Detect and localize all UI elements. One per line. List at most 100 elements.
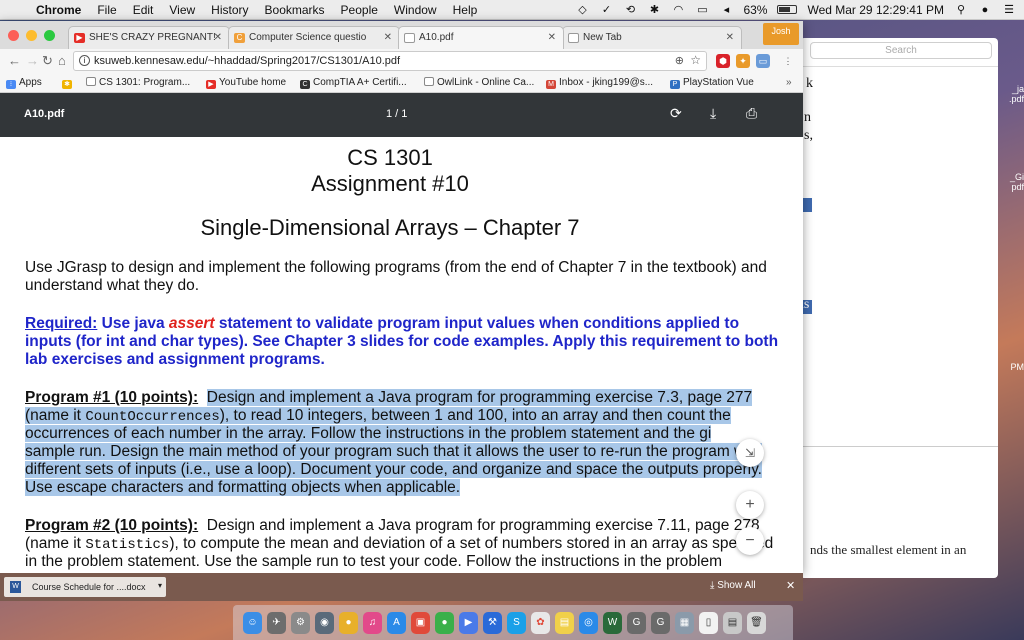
zoom-window-button[interactable] (44, 30, 55, 41)
document-icon (568, 33, 579, 43)
desktop-file-icon[interactable]: PM (998, 362, 1024, 372)
pdf-page-counter[interactable]: 1 / 1 (386, 108, 407, 120)
bookmark-apps[interactable]: ⁝ Apps (6, 77, 42, 89)
tab-new-tab[interactable]: New Tab ✕ (562, 26, 742, 49)
camera-icon[interactable]: ◉ (315, 611, 334, 634)
fit-page-icon[interactable]: ⇲ (736, 439, 764, 467)
youtube-icon: ▶ (74, 33, 85, 43)
jgrasp-g2-icon[interactable]: G (651, 611, 670, 634)
address-bar[interactable]: i ksuweb.kennesaw.edu/~hhaddad/Spring201… (73, 51, 707, 71)
messages-icon[interactable]: ● (435, 611, 454, 634)
zoom-in-icon[interactable]: + (736, 491, 764, 519)
menu-bookmarks[interactable]: Bookmarks (265, 3, 325, 17)
jgrasp-g-icon[interactable]: G (627, 611, 646, 634)
reload-icon[interactable]: ↻ (42, 53, 53, 69)
bookmark-star-icon[interactable]: ☆ (690, 53, 701, 67)
tab-a10-pdf[interactable]: A10.pdf ✕ (398, 26, 564, 49)
tab-chegg[interactable]: C Computer Science questio ✕ (228, 26, 400, 49)
dropbox-icon[interactable]: ◇ (575, 4, 589, 16)
bookmark-youtube[interactable]: ▶ YouTube home (206, 77, 286, 89)
jgrasp-icon[interactable]: W (603, 611, 622, 634)
wifi-icon[interactable]: ◠ (671, 4, 685, 16)
bookmarks-overflow-icon[interactable]: » (786, 77, 792, 88)
safari-icon[interactable]: ◎ (579, 611, 598, 634)
download-item[interactable]: W Course Schedule for ....docx ▾ (4, 577, 166, 597)
bookmark-owllink[interactable]: OwlLink - Online Ca... (424, 77, 534, 88)
launchpad-icon[interactable]: ✈ (267, 611, 286, 634)
preview-icon[interactable]: ▦ (675, 611, 694, 634)
trash-icon[interactable]: 🗑 (747, 611, 766, 634)
tab-youtube[interactable]: ▶ SHE'S CRAZY PREGNANT! ✕ (68, 26, 230, 49)
document-icon[interactable]: ▯ (699, 611, 718, 634)
bookmark-cs1301[interactable]: ✱ (62, 77, 75, 89)
program-text: ), to compute the mean and deviation of … (169, 535, 774, 552)
clock[interactable]: Wed Mar 29 12:29:41 PM (807, 3, 944, 17)
zoom-icon[interactable]: ⊕ (675, 54, 684, 67)
siri-icon[interactable]: ● (978, 4, 992, 16)
bookmark-playstation-vue[interactable]: P PlayStation Vue (670, 77, 754, 89)
checkmark-icon[interactable]: ✓ (599, 4, 613, 16)
finder-icon[interactable]: ☺ (243, 611, 262, 634)
battery-icon[interactable] (777, 5, 798, 14)
bookmark-cs1301-program[interactable]: CS 1301: Program... (86, 77, 190, 88)
notification-center-icon[interactable]: ☰ (1002, 4, 1016, 16)
profile-button[interactable]: Josh (763, 23, 799, 45)
downloads-stack-icon[interactable]: ▤ (723, 611, 742, 634)
background-search-field[interactable]: Search (810, 42, 992, 59)
minimize-window-button[interactable] (26, 30, 37, 41)
extension-icon[interactable]: ✦ (736, 54, 750, 68)
menu-history[interactable]: History (211, 3, 248, 17)
photo-booth-icon[interactable]: ▣ (411, 611, 430, 634)
close-tab-icon[interactable]: ✕ (214, 32, 222, 43)
menu-window[interactable]: Window (394, 3, 437, 17)
close-window-button[interactable] (8, 30, 19, 41)
skype-icon[interactable]: S (507, 611, 526, 634)
menu-people[interactable]: People (341, 3, 378, 17)
bookmarks-bar: ⁝ Apps ✱ CS 1301: Program... ▶ YouTube hom… (0, 73, 803, 93)
itunes-icon[interactable]: ♫ (363, 611, 382, 634)
xcode-icon[interactable]: ⚒ (483, 611, 502, 634)
menu-view[interactable]: View (169, 3, 195, 17)
print-icon[interactable]: ⎙ (746, 105, 757, 122)
menu-file[interactable]: File (97, 3, 116, 17)
photos-icon[interactable]: ✿ (531, 611, 550, 634)
notes-icon[interactable]: ▤ (555, 611, 574, 634)
tab-label: A10.pdf (419, 32, 454, 43)
close-tab-icon[interactable]: ✕ (548, 32, 556, 43)
facetime-icon[interactable]: ▶ (459, 611, 478, 634)
close-tab-icon[interactable]: ✕ (384, 32, 392, 43)
zoom-out-icon[interactable]: − (736, 527, 764, 555)
airplay-icon[interactable]: ▭ (695, 4, 709, 16)
url-text: ksuweb.kennesaw.edu/~hhaddad/Spring2017/… (94, 55, 401, 67)
cast-extension-icon[interactable]: ▭ (756, 54, 770, 68)
bluetooth-icon[interactable]: ✱ (647, 4, 661, 16)
volume-icon[interactable]: ◂ (719, 4, 733, 16)
menu-edit[interactable]: Edit (133, 3, 154, 17)
program-2-line: Program #2 (10 points): Design and imple… (25, 517, 760, 536)
chevron-down-icon[interactable]: ▾ (158, 581, 162, 590)
home-icon[interactable]: ⌂ (58, 53, 66, 68)
rotate-icon[interactable]: ⟳ (670, 105, 682, 122)
close-downloads-icon[interactable]: ✕ (786, 579, 795, 592)
chrome-menu-icon[interactable]: ⋮ (781, 54, 795, 68)
spotlight-icon[interactable]: ⚲ (954, 4, 968, 16)
close-tab-icon[interactable]: ✕ (726, 32, 734, 43)
back-icon[interactable]: ← (8, 53, 21, 68)
menu-app[interactable]: Chrome (36, 3, 81, 17)
program-1-line: (name it CountOccurrences), to read 10 i… (25, 407, 731, 427)
app-store-icon[interactable]: A (387, 611, 406, 634)
desktop-file-icon[interactable]: _ja .pdf (998, 84, 1024, 104)
download-icon[interactable]: ⤓ (710, 105, 716, 122)
show-all-downloads-button[interactable]: ⤓ Show All (710, 580, 756, 591)
adblock-extension-icon[interactable]: ⬢ (716, 54, 730, 68)
info-icon[interactable]: i (79, 55, 90, 66)
chrome-icon[interactable]: ● (339, 611, 358, 634)
time-machine-icon[interactable]: ⟲ (623, 4, 637, 16)
desktop-file-icon[interactable]: _Gi pdf (998, 172, 1024, 192)
system-preferences-icon[interactable]: ⚙ (291, 611, 310, 634)
bookmark-comptia[interactable]: C CompTIA A+ Certifi... (300, 77, 407, 89)
bookmark-inbox[interactable]: M Inbox - jking199@s... (546, 77, 653, 89)
menu-help[interactable]: Help (453, 3, 478, 17)
pdf-page: CS 1301 Assignment #10 Single-Dimensiona… (0, 137, 803, 573)
forward-icon[interactable]: → (26, 53, 39, 68)
